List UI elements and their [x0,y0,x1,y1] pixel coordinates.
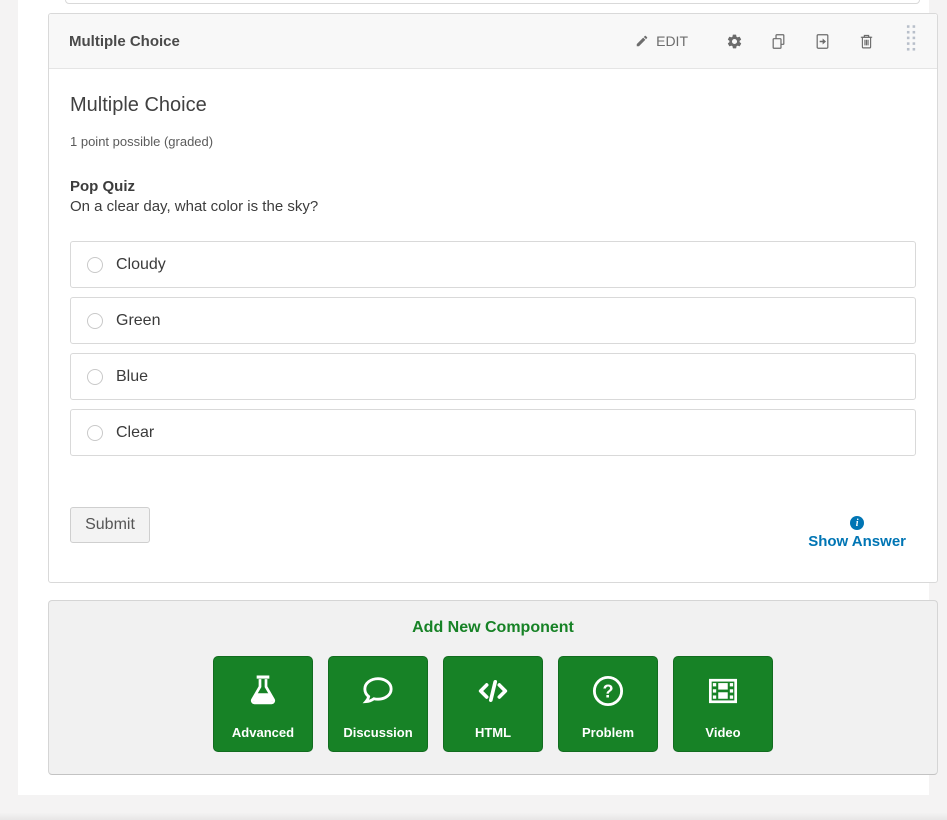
points-possible-text: 1 point possible (graded) [70,134,916,149]
previous-component-edge [65,0,920,4]
drag-dots-icon [906,24,917,54]
question-title: Pop Quiz [70,178,916,195]
show-answer-button[interactable]: i Show Answer [808,516,906,550]
problem-title: Multiple Choice [70,94,916,117]
move-button[interactable] [813,32,831,50]
choice-label: Green [116,312,160,330]
add-button-label: Discussion [343,725,412,740]
speech-bubble-icon [359,657,397,725]
choice-label: Blue [116,368,148,386]
drag-handle[interactable] [902,22,921,61]
component-actions: EDIT [635,22,927,61]
info-icon: i [850,516,864,530]
add-video-button[interactable]: Video [673,656,773,752]
studio-unit-page: Multiple Choice EDIT [0,0,947,820]
move-icon [814,33,831,50]
edit-label: EDIT [656,33,688,49]
add-discussion-button[interactable]: Discussion [328,656,428,752]
radio-button[interactable] [87,257,103,273]
pencil-icon [635,34,649,48]
flask-icon [244,657,282,725]
gear-icon [726,33,743,50]
choice-option-clear[interactable]: Clear [70,409,916,456]
problem-body: Multiple Choice 1 point possible (graded… [49,69,937,550]
add-new-component-panel: Add New Component Advanced [48,600,938,775]
page-footer-strip [0,795,947,820]
add-problem-button[interactable]: ? Problem [558,656,658,752]
radio-button[interactable] [87,425,103,441]
question-circle-icon: ? [589,657,627,725]
radio-button[interactable] [87,369,103,385]
submit-button[interactable]: Submit [70,507,150,543]
film-icon [704,657,742,725]
radio-button[interactable] [87,313,103,329]
delete-button[interactable] [857,32,875,50]
component-header: Multiple Choice EDIT [49,14,937,69]
add-html-button[interactable]: HTML [443,656,543,752]
choice-option-green[interactable]: Green [70,297,916,344]
add-component-buttons: Advanced Discussion [49,656,937,752]
duplicate-button[interactable] [769,32,787,50]
choice-option-cloudy[interactable]: Cloudy [70,241,916,288]
settings-button[interactable] [725,32,743,50]
edit-button[interactable]: EDIT [635,33,688,49]
add-button-label: HTML [475,725,511,740]
show-answer-label: Show Answer [808,533,906,550]
choice-label: Cloudy [116,256,166,274]
choice-option-blue[interactable]: Blue [70,353,916,400]
duplicate-icon [770,33,787,50]
add-button-label: Problem [582,725,634,740]
add-advanced-button[interactable]: Advanced [213,656,313,752]
add-button-label: Advanced [232,725,294,740]
content-column: Multiple Choice EDIT [18,0,929,795]
code-icon [474,657,512,725]
add-button-label: Video [705,725,740,740]
choice-label: Clear [116,424,154,442]
choice-group: Cloudy Green Blue Clear [70,241,916,456]
trash-icon [858,33,875,50]
add-new-component-title: Add New Component [49,619,937,637]
question-text: On a clear day, what color is the sky? [70,198,916,215]
component-title: Multiple Choice [69,33,180,50]
multiple-choice-component-card: Multiple Choice EDIT [48,13,938,583]
problem-actions-row: Submit i Show Answer [70,507,916,550]
svg-text:?: ? [602,681,613,701]
